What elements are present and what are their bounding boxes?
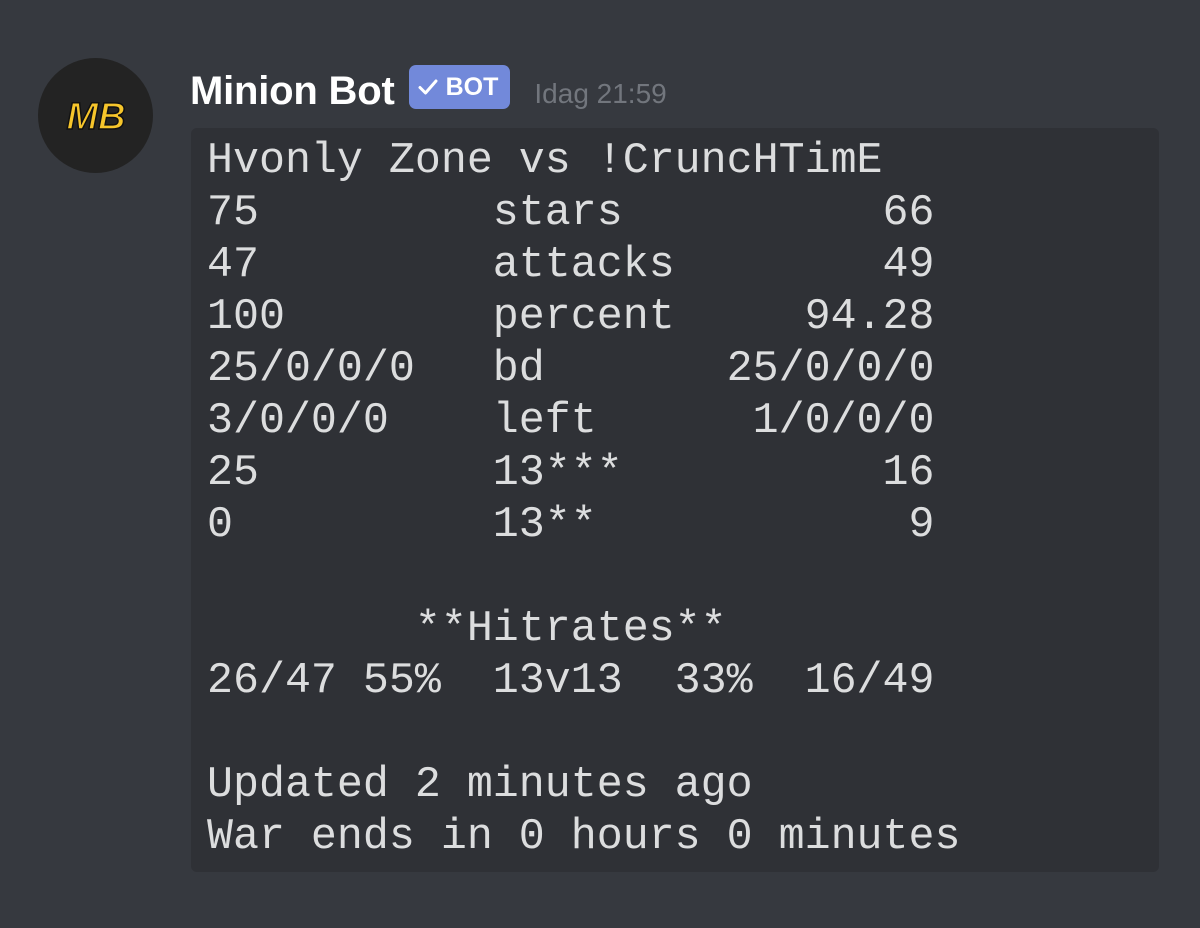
checkmark-icon [418,79,438,95]
code-block: Hvonly Zone vs !CruncHTimE 75 stars 66 4… [191,128,1159,872]
code-line-13-two-stars: 0 13** 9 [207,501,935,550]
username[interactable]: Minion Bot [190,69,395,114]
avatar[interactable]: MB [38,58,153,173]
code-line-attacks: 47 attacks 49 [207,241,935,290]
code-line-title: Hvonly Zone vs !CruncHTimE [207,137,883,186]
code-line-war-ends: War ends in 0 hours 0 minutes [207,813,961,862]
timestamp: Idag 21:59 [534,78,667,109]
code-line-hitrates: 26/47 55% 13v13 33% 16/49 [207,657,935,706]
minion-bot-logo: MB [65,95,126,138]
code-line-13-three-stars: 25 13*** 16 [207,449,935,498]
bot-badge: BOT [408,65,511,109]
code-line-hitrates-heading: **Hitrates** [207,605,727,654]
avatar-text: MB [66,96,125,138]
code-line-stars: 75 stars 66 [207,189,935,238]
message-header: Minion Bot BOT Idag 21:59 [190,60,667,122]
code-line-updated: Updated 2 minutes ago [207,761,753,810]
code-line-percent: 100 percent 94.28 [207,293,935,342]
bot-badge-label: BOT [445,72,499,101]
code-line-bd: 25/0/0/0 bd 25/0/0/0 [207,345,935,394]
code-line-left: 3/0/0/0 left 1/0/0/0 [207,397,935,446]
